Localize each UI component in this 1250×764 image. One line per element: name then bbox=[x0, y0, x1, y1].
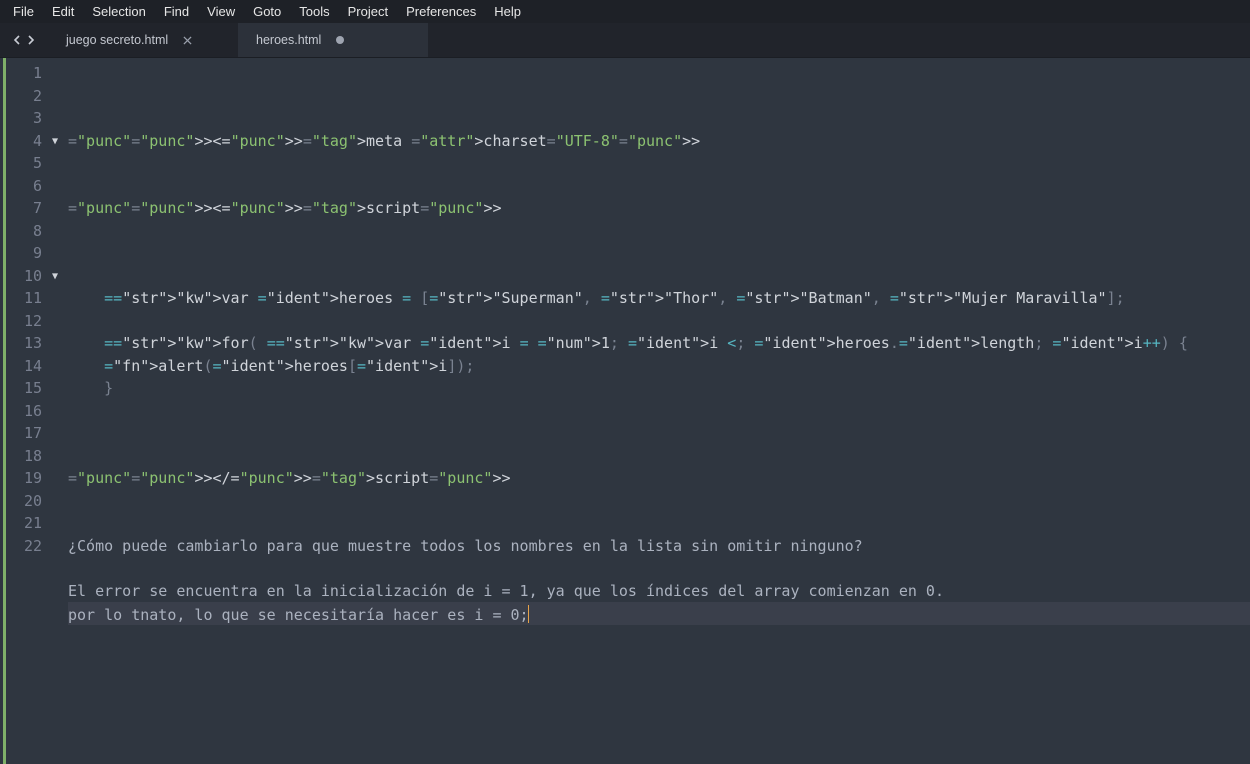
code-editor[interactable]: 12345678910111213141516171819202122 ="pu… bbox=[0, 58, 1250, 764]
menu-goto[interactable]: Goto bbox=[244, 0, 290, 23]
line-number: 17 bbox=[3, 422, 64, 445]
close-icon[interactable] bbox=[182, 35, 192, 45]
menu-view[interactable]: View bbox=[198, 0, 244, 23]
code-line[interactable]: ="punc"="punc">><="punc">>="tag">script=… bbox=[68, 197, 1250, 220]
code-line[interactable]: =="str">"kw">var ="ident">heroes = [="st… bbox=[68, 287, 1250, 310]
code-line[interactable]: } bbox=[68, 377, 1250, 400]
code-line[interactable]: ¿Cómo puede cambiarlo para que muestre t… bbox=[68, 535, 1250, 558]
line-number: 3 bbox=[3, 107, 64, 130]
line-number: 15 bbox=[3, 377, 64, 400]
menu-selection[interactable]: Selection bbox=[83, 0, 154, 23]
line-number-gutter: 12345678910111213141516171819202122 bbox=[0, 58, 64, 764]
code-line[interactable]: ="punc"="punc">><="punc">>="tag">meta ="… bbox=[68, 130, 1250, 153]
line-number: 9 bbox=[3, 242, 64, 265]
line-number: 10 bbox=[3, 265, 64, 288]
code-line[interactable]: El error se encuentra en la inicializaci… bbox=[68, 580, 1250, 603]
tab-history-nav bbox=[0, 23, 48, 57]
nav-forward-icon[interactable] bbox=[26, 33, 36, 48]
code-area[interactable]: ="punc"="punc">><="punc">>="tag">meta ="… bbox=[64, 58, 1250, 764]
line-number: 20 bbox=[3, 490, 64, 513]
line-number: 22 bbox=[3, 535, 64, 558]
line-number: 7 bbox=[3, 197, 64, 220]
menu-tools[interactable]: Tools bbox=[290, 0, 338, 23]
code-line[interactable] bbox=[68, 512, 1250, 535]
dirty-indicator-icon[interactable] bbox=[335, 35, 345, 45]
line-number: 4 bbox=[3, 130, 64, 153]
menu-help[interactable]: Help bbox=[485, 0, 530, 23]
code-line[interactable]: =="str">"kw">for( =="str">"kw">var ="ide… bbox=[68, 332, 1250, 355]
menu-preferences[interactable]: Preferences bbox=[397, 0, 485, 23]
line-number: 1 bbox=[3, 62, 64, 85]
line-number: 6 bbox=[3, 175, 64, 198]
line-number: 13 bbox=[3, 332, 64, 355]
menu-bar: File Edit Selection Find View Goto Tools… bbox=[0, 0, 1250, 23]
code-line[interactable] bbox=[68, 175, 1250, 198]
menu-find[interactable]: Find bbox=[155, 0, 198, 23]
code-line[interactable] bbox=[68, 152, 1250, 175]
line-number: 8 bbox=[3, 220, 64, 243]
line-number: 11 bbox=[3, 287, 64, 310]
code-line[interactable]: ="punc"="punc">></="punc">>="tag">script… bbox=[68, 467, 1250, 490]
menu-project[interactable]: Project bbox=[339, 0, 397, 23]
code-line[interactable] bbox=[68, 445, 1250, 468]
line-number: 16 bbox=[3, 400, 64, 423]
line-number: 19 bbox=[3, 467, 64, 490]
code-line[interactable]: ="fn">alert(="ident">heroes[="ident">i])… bbox=[68, 355, 1250, 378]
tab-strip: juego secreto.html heroes.html bbox=[0, 23, 1250, 58]
tab-juego-secreto[interactable]: juego secreto.html bbox=[48, 23, 238, 57]
code-line[interactable] bbox=[68, 400, 1250, 423]
code-line[interactable] bbox=[68, 220, 1250, 243]
code-line[interactable] bbox=[68, 242, 1250, 265]
line-number: 14 bbox=[3, 355, 64, 378]
menu-edit[interactable]: Edit bbox=[43, 0, 83, 23]
line-number: 2 bbox=[3, 85, 64, 108]
code-line[interactable] bbox=[68, 557, 1250, 580]
code-line[interactable] bbox=[68, 422, 1250, 445]
code-line[interactable] bbox=[68, 310, 1250, 333]
line-number: 21 bbox=[3, 512, 64, 535]
line-number: 5 bbox=[3, 152, 64, 175]
code-line[interactable] bbox=[68, 265, 1250, 288]
line-number: 18 bbox=[3, 445, 64, 468]
text-cursor bbox=[528, 605, 530, 623]
tab-label: heroes.html bbox=[256, 33, 321, 47]
code-line[interactable] bbox=[68, 490, 1250, 513]
line-number: 12 bbox=[3, 310, 64, 333]
tab-heroes[interactable]: heroes.html bbox=[238, 23, 428, 57]
nav-back-icon[interactable] bbox=[12, 33, 22, 48]
menu-file[interactable]: File bbox=[4, 0, 43, 23]
code-line[interactable]: por lo tnato, lo que se necesitaría hace… bbox=[68, 602, 1250, 625]
tab-label: juego secreto.html bbox=[66, 33, 168, 47]
